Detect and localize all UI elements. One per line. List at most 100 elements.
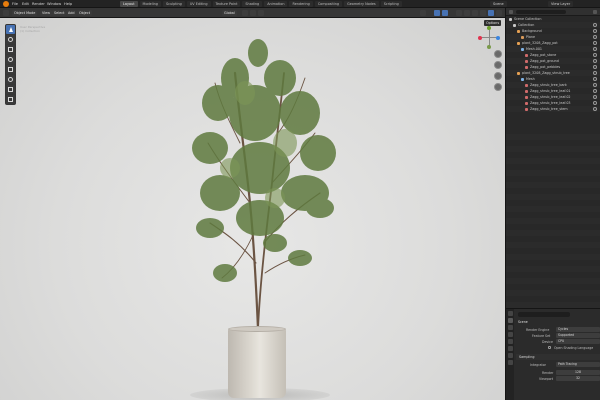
render-samples-field[interactable]: 128	[556, 370, 600, 375]
visibility-eye-icon[interactable]	[593, 65, 597, 69]
object-menu[interactable]: Object	[77, 10, 93, 16]
outliner-row[interactable]: Zagg_shrub_tree_stem	[506, 106, 600, 112]
visibility-eye-icon[interactable]	[593, 101, 597, 105]
visibility-eye-icon[interactable]	[593, 83, 597, 87]
editor-type-icon[interactable]	[3, 10, 9, 16]
render-tab-icon[interactable]	[507, 318, 513, 323]
sampling-section-header[interactable]: Sampling	[516, 354, 600, 360]
proportional-edit-icon[interactable]	[258, 10, 264, 16]
tab-compositing[interactable]: Compositing	[314, 1, 343, 7]
viewport-samples-field[interactable]: 32	[556, 376, 600, 381]
scale-tool-button[interactable]	[6, 65, 15, 74]
integrator-label: Integrator	[530, 363, 546, 367]
outliner-editor-icon[interactable]	[509, 10, 513, 14]
neg-y-axis-icon[interactable]	[487, 45, 491, 49]
visibility-eye-icon[interactable]	[593, 35, 597, 39]
render-engine-select[interactable]: Cycles	[556, 327, 600, 332]
menu-window[interactable]: Window	[47, 1, 61, 7]
y-axis-icon[interactable]	[487, 26, 491, 30]
shading-rendered-icon[interactable]	[488, 10, 494, 16]
material-tab-icon[interactable]	[507, 360, 513, 365]
scene-selector[interactable]: Scene	[490, 1, 507, 7]
tab-shading[interactable]: Shading	[242, 1, 263, 7]
feature-set-select[interactable]: Supported	[556, 333, 600, 338]
visibility-icon[interactable]	[420, 10, 426, 16]
select-tool-button[interactable]	[6, 25, 15, 34]
perspective-toggle-icon[interactable]	[494, 83, 502, 91]
gizmo-toggle-icon[interactable]	[434, 10, 440, 16]
shading-material-icon[interactable]	[480, 10, 486, 16]
x-axis-icon[interactable]	[478, 36, 482, 40]
tab-uv-editing[interactable]: UV Editing	[186, 1, 211, 7]
output-tab-icon[interactable]	[507, 325, 513, 330]
scene-tab-icon[interactable]	[507, 339, 513, 344]
outliner-item-icon	[521, 35, 524, 39]
visibility-eye-icon[interactable]	[593, 89, 597, 93]
select-menu[interactable]: Select	[52, 10, 67, 16]
mode-selector[interactable]: Object Mode	[12, 10, 38, 16]
outliner-item-icon	[517, 41, 520, 45]
transform-orientation[interactable]: Global	[222, 10, 237, 16]
overlay-toggle-icon[interactable]	[442, 10, 448, 16]
3d-viewport[interactable]: Object Mode View Select Add Object Globa…	[0, 8, 505, 400]
object-tab-icon[interactable]	[507, 353, 513, 358]
outliner-header	[506, 8, 600, 16]
move-icon	[8, 47, 13, 52]
visibility-eye-icon[interactable]	[593, 77, 597, 81]
z-axis-icon[interactable]	[496, 36, 500, 40]
transform-tool-button[interactable]	[6, 75, 15, 84]
osl-checkbox[interactable]	[548, 346, 551, 349]
blender-logo-icon[interactable]	[3, 1, 9, 7]
menu-file[interactable]: File	[12, 1, 18, 7]
tab-geometry-nodes[interactable]: Geometry Nodes	[344, 1, 379, 7]
tab-texture-paint[interactable]: Texture Paint	[212, 1, 241, 7]
visibility-eye-icon[interactable]	[593, 107, 597, 111]
shading-wireframe-icon[interactable]	[464, 10, 470, 16]
rotate-tool-button[interactable]	[6, 55, 15, 64]
tab-rendering[interactable]: Rendering	[289, 1, 313, 7]
outliner-item-label: Zagg_shrub_tree_bark	[530, 83, 567, 87]
view-layer-tab-icon[interactable]	[507, 332, 513, 337]
viewport-samples-label: Viewport	[539, 377, 554, 381]
snap-icon[interactable]	[250, 10, 256, 16]
visibility-eye-icon[interactable]	[593, 53, 597, 57]
menu-edit[interactable]: Edit	[22, 1, 29, 7]
move-tool-button[interactable]	[6, 45, 15, 54]
visibility-eye-icon[interactable]	[593, 59, 597, 63]
visibility-eye-icon[interactable]	[593, 47, 597, 51]
navigation-gizmo[interactable]	[478, 26, 502, 50]
menu-help[interactable]: Help	[64, 1, 72, 7]
filter-icon[interactable]	[593, 10, 597, 14]
visibility-eye-icon[interactable]	[593, 41, 597, 45]
shading-dropdown-icon[interactable]	[496, 10, 502, 16]
zoom-icon[interactable]	[494, 50, 502, 58]
visibility-eye-icon[interactable]	[593, 71, 597, 75]
xray-icon[interactable]	[456, 10, 462, 16]
camera-view-icon[interactable]	[494, 72, 502, 80]
tool-tab-icon[interactable]	[507, 311, 513, 316]
tab-scripting[interactable]: Scripting	[380, 1, 402, 7]
menu-render[interactable]: Render	[32, 1, 45, 7]
outliner-item-label: Background	[522, 29, 542, 33]
tab-sculpting[interactable]: Sculpting	[162, 1, 185, 7]
pan-icon[interactable]	[494, 61, 502, 69]
tab-animation[interactable]: Animation	[264, 1, 288, 7]
view-layer-selector[interactable]: View Layer	[548, 1, 574, 7]
integrator-select[interactable]: Path Tracing	[556, 362, 600, 367]
cursor-tool-button[interactable]	[6, 35, 15, 44]
measure-tool-button[interactable]	[6, 95, 15, 104]
annotate-tool-button[interactable]	[6, 85, 15, 94]
visibility-eye-icon[interactable]	[593, 29, 597, 33]
add-menu[interactable]: Add	[66, 10, 77, 16]
tab-layout[interactable]: Layout	[120, 1, 138, 7]
visibility-eye-icon[interactable]	[593, 95, 597, 99]
tab-modeling[interactable]: Modeling	[139, 1, 161, 7]
pivot-icon[interactable]	[242, 10, 248, 16]
view-menu[interactable]: View	[40, 10, 53, 16]
visibility-eye-icon[interactable]	[593, 23, 597, 27]
shading-solid-icon[interactable]	[472, 10, 478, 16]
properties-search-input[interactable]	[518, 312, 570, 317]
world-tab-icon[interactable]	[507, 346, 513, 351]
outliner-search-input[interactable]	[516, 10, 566, 14]
device-select[interactable]: CPU	[556, 339, 600, 344]
